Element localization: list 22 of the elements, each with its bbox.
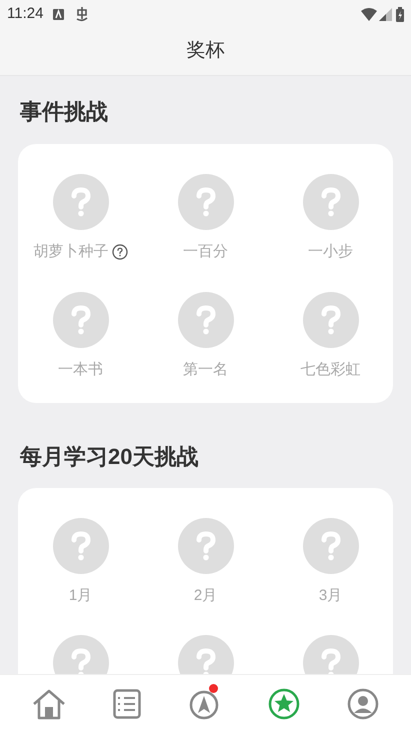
trophy-label: 一小步 xyxy=(308,244,353,258)
trophy-label: 3月 xyxy=(318,588,342,603)
profile-icon[interactable] xyxy=(347,688,380,720)
trophy-label: 胡萝卜种子 xyxy=(34,244,108,259)
list-icon[interactable] xyxy=(113,688,142,718)
help-icon[interactable] xyxy=(112,244,128,260)
trophy-label: 1月 xyxy=(68,588,92,603)
page-title: 奖杯 xyxy=(186,39,224,64)
trophy-label: 第一名 xyxy=(183,362,228,376)
trophy-label: 一本书 xyxy=(58,362,103,376)
wifi-icon xyxy=(361,8,377,20)
status-time: 11:24 xyxy=(7,4,44,24)
trophy-label: 一百分 xyxy=(183,244,228,258)
notification-icon xyxy=(53,8,64,20)
section-title: 每月学习20天挑战 xyxy=(19,442,200,470)
battery-icon xyxy=(396,6,404,22)
signal-icon xyxy=(379,8,392,20)
bug-icon xyxy=(74,6,90,22)
section-title: 事件挑战 xyxy=(19,98,109,126)
trophy-label: 七色彩虹 xyxy=(300,362,360,376)
trophy-label: 2月 xyxy=(194,588,218,603)
home-icon[interactable] xyxy=(32,688,66,720)
